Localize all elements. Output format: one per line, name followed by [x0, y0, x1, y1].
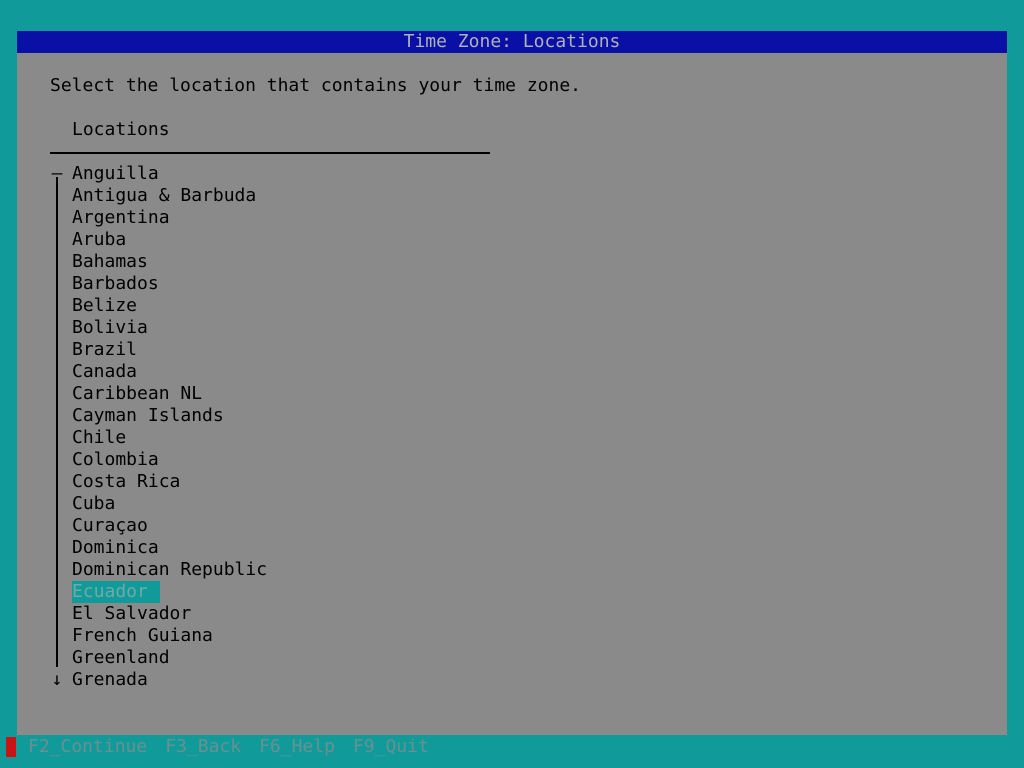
location-label: Canada [72, 361, 138, 382]
location-label: French Guiana [72, 625, 213, 646]
location-label: Argentina [72, 207, 170, 228]
header-divider [50, 152, 490, 154]
location-label: Curaçao [72, 515, 148, 536]
function-key-hint[interactable]: F3_Back [165, 736, 241, 757]
location-label: Cuba [72, 493, 116, 514]
location-label: Colombia [72, 449, 159, 470]
function-key-hint[interactable]: F6_Help [259, 736, 335, 757]
function-key-hints: F2_Continue F3_Back F6_Help F9_Quit [28, 737, 447, 757]
location-label: Ecuador [72, 581, 160, 603]
instruction-text: Select the location that contains your t… [50, 75, 582, 96]
footer-bar: F2_Continue F3_Back F6_Help F9_Quit [0, 737, 1024, 757]
dialog-title: Time Zone: Locations [17, 31, 1007, 53]
location-label: Caribbean NL [72, 383, 203, 404]
location-label: Cayman Islands [72, 405, 224, 426]
location-label: Barbados [72, 273, 159, 294]
location-label: El Salvador [72, 603, 192, 624]
list-header: Locations [72, 119, 170, 140]
location-label: Chile [72, 427, 127, 448]
location-label: Aruba [72, 229, 127, 250]
location-label: Bahamas [72, 251, 148, 272]
location-label: Costa Rica [72, 471, 181, 492]
location-label: Bolivia [72, 317, 148, 338]
location-label: Antigua & Barbuda [72, 185, 257, 206]
location-label: Grenada [72, 669, 148, 690]
status-indicator [6, 737, 16, 757]
location-label: Dominican Republic [72, 559, 268, 580]
location-label: Belize [72, 295, 138, 316]
location-label: Greenland [72, 647, 170, 668]
function-key-hint[interactable]: F9_Quit [353, 736, 429, 757]
function-key-hint[interactable]: F2_Continue [28, 736, 147, 757]
location-label: Dominica [72, 537, 159, 558]
scroll-down-arrow-icon[interactable]: ↓ [50, 669, 64, 691]
location-label: Anguilla [72, 163, 159, 184]
installer-dialog: Time Zone: Locations Select the location… [17, 31, 1007, 735]
location-label: Brazil [72, 339, 138, 360]
scrollbar-track[interactable] [56, 177, 58, 667]
